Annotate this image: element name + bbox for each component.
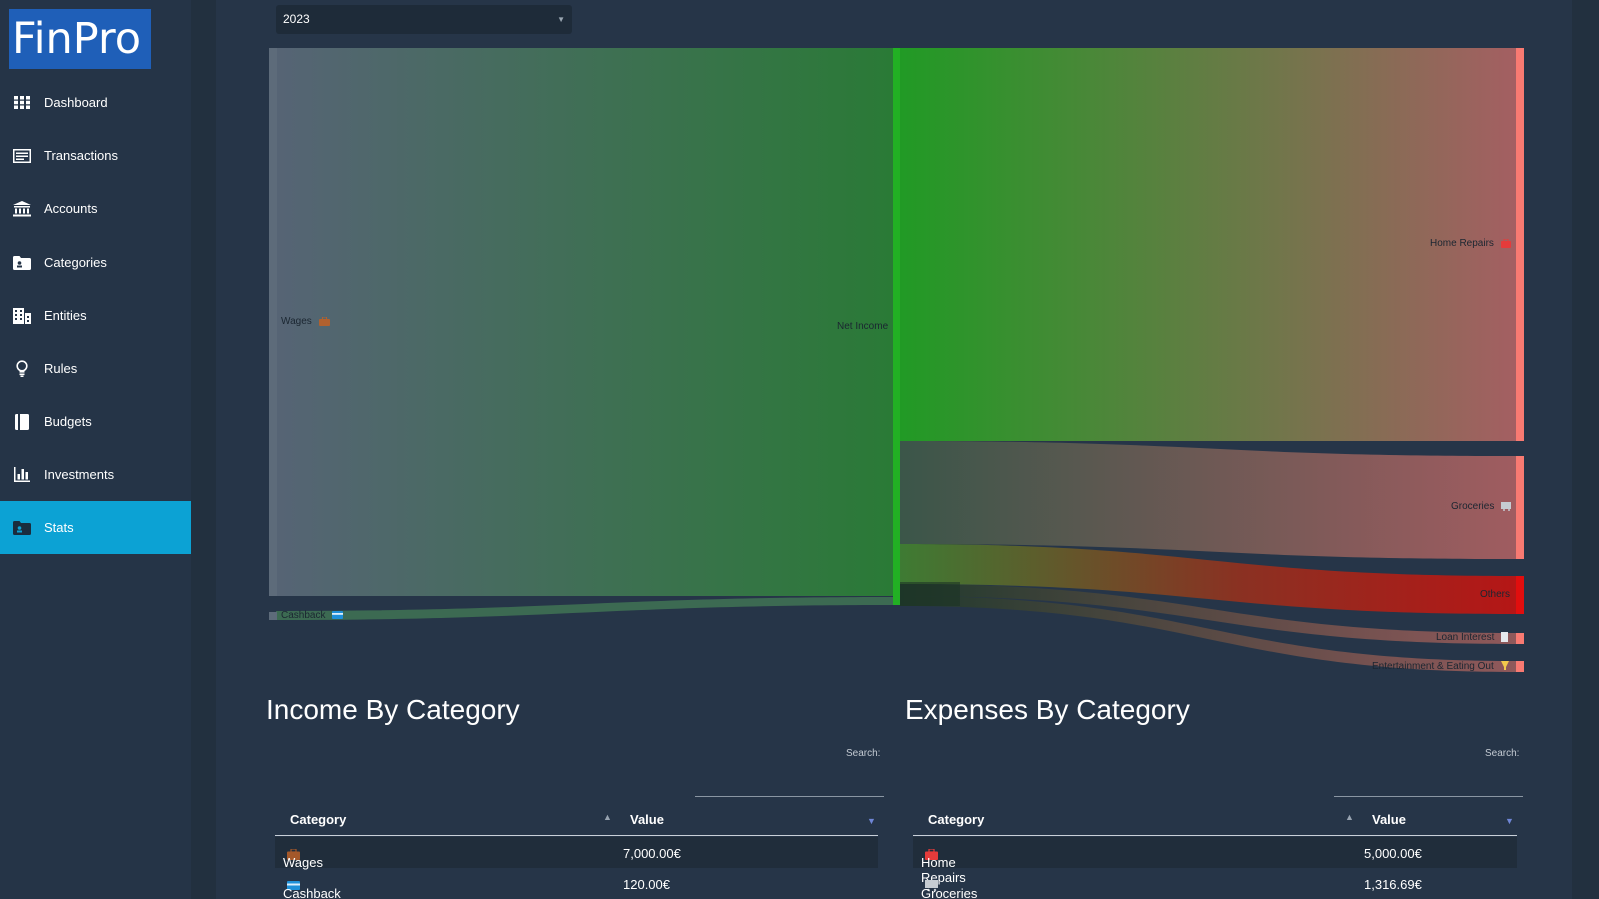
sankey-label-groceries: Groceries: [1451, 501, 1512, 512]
flow-net-income-groceries: [900, 441, 1516, 559]
node-loan-interest[interactable]: [1516, 633, 1524, 644]
sort-desc-icon[interactable]: ▼: [1505, 816, 1514, 826]
cart-icon: [1501, 501, 1512, 511]
income-table: Category ▲ Value ▼ Wages 7,000.00€ Cashb…: [275, 806, 878, 899]
row-category: Wages: [283, 846, 323, 870]
node-wages[interactable]: [269, 48, 277, 596]
expenses-title: Expenses By Category: [905, 694, 1190, 725]
flow-wages-net-income: [276, 48, 893, 596]
credit-card-icon: [332, 611, 344, 620]
sort-icon[interactable]: ▲: [603, 812, 612, 822]
row-category: Cashback: [283, 877, 341, 899]
income-table-header: Category ▲ Value ▼: [275, 806, 878, 836]
flow-net-income-home-repairs: [900, 48, 1516, 441]
sort-icon[interactable]: ▲: [1345, 812, 1354, 822]
row-category: Home Repairs: [921, 846, 966, 885]
node-cashback[interactable]: [269, 612, 277, 620]
table-row: Groceries 1,316.69€: [913, 868, 1517, 899]
expenses-search-input[interactable]: [1334, 796, 1523, 797]
sankey-label-entertainment: Entertainment & Eating Out: [1372, 661, 1509, 672]
drink-icon: [1500, 661, 1509, 671]
column-header-value[interactable]: Value: [630, 812, 664, 827]
sankey-label-home-repairs: Home Repairs: [1430, 238, 1511, 249]
briefcase-icon: [318, 316, 330, 326]
node-others[interactable]: [1516, 576, 1524, 614]
expenses-table: Category ▲ Value ▼ Home Repairs 5,000.00…: [913, 806, 1517, 899]
sankey-chart: [269, 48, 1524, 672]
row-value: 120.00€: [623, 877, 670, 892]
table-row: Cashback 120.00€: [275, 868, 878, 899]
sankey-label-net-income: Net Income: [837, 321, 889, 332]
row-value: 7,000.00€: [623, 846, 681, 861]
node-net-income[interactable]: [893, 48, 900, 605]
node-home-repairs[interactable]: [1516, 48, 1524, 441]
column-header-value[interactable]: Value: [1372, 812, 1406, 827]
node-groceries[interactable]: [1516, 456, 1524, 559]
column-header-category[interactable]: Category: [928, 812, 984, 827]
document-icon: [1501, 632, 1509, 643]
expenses-search-label: Search:: [1485, 748, 1520, 759]
sankey-label-others: Others: [1480, 589, 1511, 600]
sort-desc-icon[interactable]: ▼: [867, 816, 876, 826]
income-search-label: Search:: [846, 748, 881, 759]
row-category: Groceries: [921, 877, 977, 899]
sankey-label-loan-interest: Loan Interest: [1436, 632, 1509, 643]
income-search-input[interactable]: [695, 796, 884, 797]
table-row: Wages 7,000.00€: [275, 837, 878, 870]
table-row: Home Repairs 5,000.00€: [913, 837, 1517, 885]
expenses-table-header: Category ▲ Value ▼: [913, 806, 1517, 836]
node-entertainment[interactable]: [1516, 661, 1524, 672]
row-value: 5,000.00€: [1364, 846, 1422, 861]
sankey-label-cashback: Cashback: [281, 610, 344, 621]
column-header-category[interactable]: Category: [290, 812, 346, 827]
row-value: 1,316.69€: [1364, 877, 1422, 892]
toolbox-icon: [1500, 238, 1511, 248]
income-title: Income By Category: [266, 694, 520, 725]
flow-cashback-net-income: [276, 597, 893, 620]
sankey-label-wages: Wages: [281, 316, 330, 327]
